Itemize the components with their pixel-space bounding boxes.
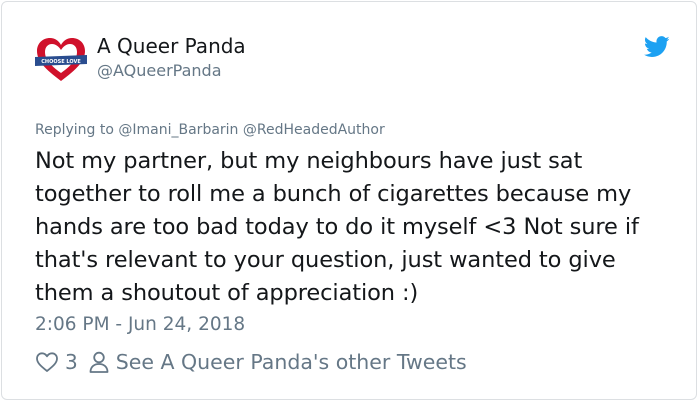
see-other-tweets-link[interactable]: See A Queer Panda's other Tweets [116,350,467,374]
heart-outline-icon[interactable] [35,350,59,374]
twitter-bird-icon[interactable] [644,36,670,58]
reply-context: Replying to @Imani_Barbarin @RedHeadedAu… [35,122,385,138]
author-display-name[interactable]: A Queer Panda [97,34,246,58]
person-icon[interactable] [88,350,110,374]
tweet-actions: 3 See A Queer Panda's other Tweets [35,348,467,376]
avatar-banner-text: CHOOSE LOVE [41,59,81,65]
author-handle[interactable]: @AQueerPanda [97,61,222,80]
heart-banner-logo-icon[interactable]: CHOOSE LOVE [35,37,87,85]
tweet-text: Not my partner, but my neighbours have j… [35,148,639,306]
reply-mention-redheaded[interactable]: @RedHeadedAuthor [243,122,385,138]
like-count: 3 [65,350,78,374]
reply-mention-imani[interactable]: @Imani_Barbarin [118,122,238,138]
reply-prefix: Replying to [35,122,114,138]
tweet-timestamp[interactable]: 2:06 PM - Jun 24, 2018 [35,314,245,335]
tweet-card: CHOOSE LOVE A Queer Panda @AQueerPanda R… [1,1,697,400]
